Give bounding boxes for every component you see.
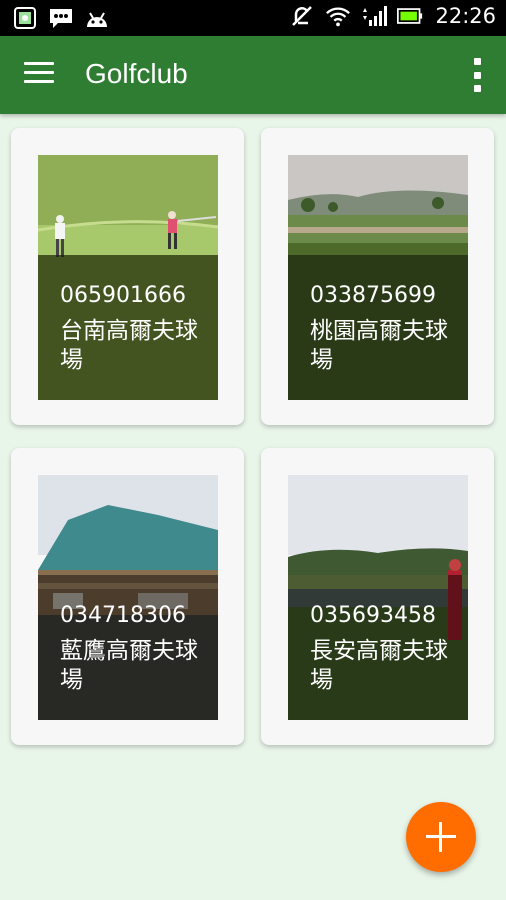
golf-course-photo: 034718306 藍鷹高爾夫球場 [38,475,218,720]
system-status-icons: 22:26 [289,3,496,29]
card-phone: 033875699 [310,283,436,308]
app-bar: Golfclub [0,36,506,114]
screenshot-icon [12,5,38,31]
golf-club-card[interactable]: 035693458 長安高爾夫球場 [261,448,494,745]
page-title: Golfclub [85,58,188,89]
wifi-icon [325,3,351,29]
card-title: 台南高爾夫球場 [60,318,198,373]
add-button[interactable] [406,802,476,872]
menu-icon[interactable] [24,62,54,88]
battery-icon [397,3,423,29]
notification-icons [12,5,110,31]
card-phone: 034718306 [60,603,186,628]
status-bar: 22:26 [0,0,506,36]
mute-icon [289,3,315,29]
add-icon [439,822,442,852]
card-phone: 035693458 [310,603,436,628]
card-title: 藍鷹高爾夫球場 [60,638,198,693]
golf-course-photo: 033875699 桃園高爾夫球場 [288,155,468,400]
golf-course-photo: 035693458 長安高爾夫球場 [288,475,468,720]
overflow-menu-icon[interactable] [470,58,484,92]
status-time: 22:26 [435,4,496,28]
golf-club-card[interactable]: 034718306 藍鷹高爾夫球場 [11,448,244,745]
signal-icon [361,3,388,29]
card-title: 長安高爾夫球場 [310,638,448,693]
chat-icon [48,5,74,31]
card-title: 桃園高爾夫球場 [310,318,448,373]
golf-club-card[interactable]: 065901666 台南高爾夫球場 [11,128,244,425]
android-icon [84,5,110,31]
golf-course-photo: 065901666 台南高爾夫球場 [38,155,218,400]
golf-club-card[interactable]: 033875699 桃園高爾夫球場 [261,128,494,425]
card-phone: 065901666 [60,283,186,308]
